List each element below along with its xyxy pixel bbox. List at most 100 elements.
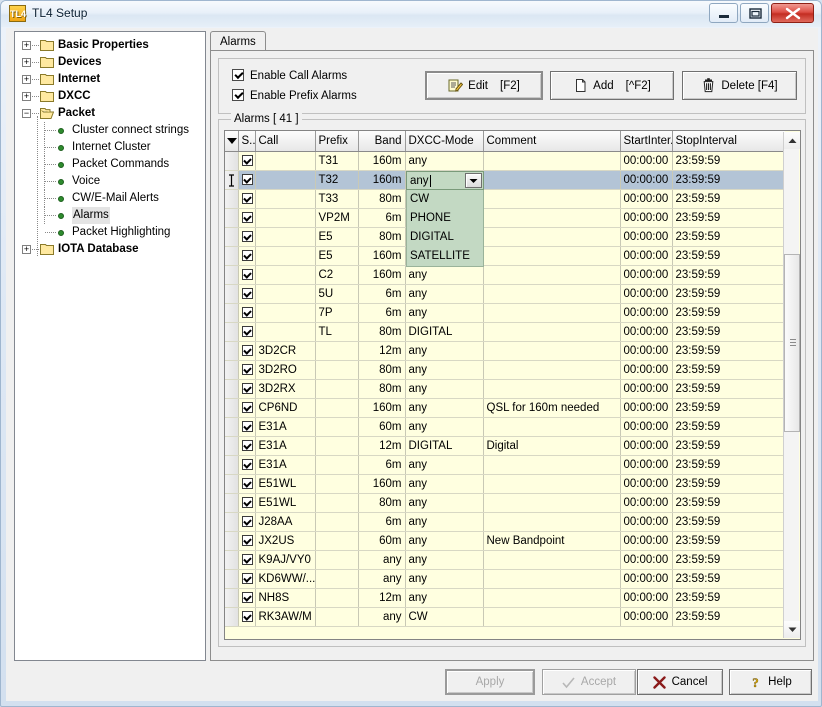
cell-prefix[interactable]: E5	[315, 246, 359, 266]
tree-item-dxcc[interactable]: + DXCC	[22, 88, 205, 105]
cell-call[interactable]	[255, 151, 316, 171]
cell-stop-interval[interactable]: 23:59:59	[672, 417, 785, 437]
tree-item-alarms[interactable]: Alarms	[22, 207, 205, 224]
cell-start-interval[interactable]: 00:00:00	[620, 569, 673, 589]
row-enabled-checkbox[interactable]	[238, 341, 256, 361]
cell-dxcc-mode[interactable]: any	[405, 303, 484, 323]
cell-dxcc-mode[interactable]: any	[405, 265, 484, 285]
checkbox-icon[interactable]	[241, 383, 253, 394]
checkbox-icon[interactable]	[241, 573, 253, 584]
checkbox-icon[interactable]	[241, 345, 253, 356]
row-enabled-checkbox[interactable]	[238, 379, 256, 399]
cell-stop-interval[interactable]: 23:59:59	[672, 588, 785, 608]
tree-item-packet-highlighting[interactable]: Packet Highlighting	[22, 224, 205, 241]
row-enabled-checkbox[interactable]	[238, 550, 256, 570]
cell-start-interval[interactable]: 00:00:00	[620, 170, 673, 190]
cell-call[interactable]: K9AJ/VY0	[255, 550, 316, 570]
cell-call[interactable]: KD6WW/...	[255, 569, 316, 589]
row-gutter[interactable]	[225, 379, 239, 399]
checkbox-icon[interactable]	[241, 155, 253, 166]
checkbox-icon[interactable]	[241, 421, 253, 432]
checkbox-icon[interactable]	[241, 288, 253, 299]
enable-prefix-alarms-row[interactable]: Enable Prefix Alarms	[232, 88, 357, 104]
cell-comment[interactable]	[483, 341, 621, 361]
cell-start-interval[interactable]: 00:00:00	[620, 246, 673, 266]
row-enabled-checkbox[interactable]	[238, 531, 256, 551]
enable-call-alarms-checkbox[interactable]	[232, 69, 244, 81]
tree-item-devices[interactable]: + Devices	[22, 54, 205, 71]
cell-band[interactable]: 12m	[358, 341, 406, 361]
cell-prefix[interactable]	[315, 436, 359, 456]
cell-comment[interactable]	[483, 151, 621, 171]
dropdown-option[interactable]: PHONE	[407, 209, 483, 228]
cancel-button[interactable]: Cancel	[637, 669, 723, 695]
expander-icon[interactable]: −	[22, 109, 31, 118]
cell-dxcc-mode[interactable]: any	[405, 569, 484, 589]
dropdown-option[interactable]: DIGITAL	[407, 228, 483, 247]
cell-stop-interval[interactable]: 23:59:59	[672, 569, 785, 589]
row-enabled-checkbox[interactable]	[238, 474, 256, 494]
cell-band[interactable]: 6m	[358, 303, 406, 323]
table-row[interactable]: JX2US 60m any New Bandpoint 00:00:00 23:59:59	[225, 531, 785, 551]
table-row[interactable]: K9AJ/VY0 any any 00:00:00 23:59:59	[225, 550, 785, 570]
cell-call[interactable]: CP6ND	[255, 398, 316, 418]
cell-dxcc-mode[interactable]: any	[405, 151, 484, 171]
column-header-comment[interactable]: Comment	[483, 131, 621, 152]
column-header-prefix[interactable]: Prefix	[315, 131, 359, 152]
checkbox-icon[interactable]	[241, 364, 253, 375]
tree-item-internet-cluster[interactable]: Internet Cluster	[22, 139, 205, 156]
cell-prefix[interactable]: VP2M	[315, 208, 359, 228]
cell-stop-interval[interactable]: 23:59:59	[672, 379, 785, 399]
column-header-call[interactable]: Call	[255, 131, 316, 152]
cell-stop-interval[interactable]: 23:59:59	[672, 341, 785, 361]
table-row[interactable]: NH8S 12m any 00:00:00 23:59:59	[225, 588, 785, 608]
cell-stop-interval[interactable]: 23:59:59	[672, 436, 785, 456]
cell-call[interactable]: JX2US	[255, 531, 316, 551]
row-enabled-checkbox[interactable]	[238, 208, 256, 228]
table-row[interactable]: C2 160m any 00:00:00 23:59:59	[225, 265, 785, 285]
cell-stop-interval[interactable]: 23:59:59	[672, 455, 785, 475]
cell-band[interactable]: any	[358, 569, 406, 589]
checkbox-icon[interactable]	[241, 535, 253, 546]
row-gutter[interactable]	[225, 436, 239, 456]
cell-dxcc-mode[interactable]: any	[405, 455, 484, 475]
row-enabled-checkbox[interactable]	[238, 151, 256, 171]
table-row[interactable]: 3D2RX 80m any 00:00:00 23:59:59	[225, 379, 785, 399]
cell-prefix[interactable]: 7P	[315, 303, 359, 323]
close-button[interactable]	[771, 3, 814, 23]
cell-call[interactable]	[255, 208, 316, 228]
expander-icon[interactable]: +	[22, 245, 31, 254]
cell-start-interval[interactable]: 00:00:00	[620, 550, 673, 570]
settings-tree[interactable]: + Basic Properties + Devices + Internet …	[14, 31, 206, 661]
cell-comment[interactable]	[483, 227, 621, 247]
cell-dxcc-mode[interactable]: any	[405, 474, 484, 494]
cell-comment[interactable]	[483, 360, 621, 380]
row-gutter[interactable]	[225, 360, 239, 380]
cell-band[interactable]: any	[358, 607, 406, 627]
cell-band[interactable]: 80m	[358, 493, 406, 513]
cell-call[interactable]: E51WL	[255, 493, 316, 513]
cell-start-interval[interactable]: 00:00:00	[620, 607, 673, 627]
table-row[interactable]: 5U 6m any 00:00:00 23:59:59	[225, 284, 785, 304]
cell-comment[interactable]: New Bandpoint	[483, 531, 621, 551]
expander-icon[interactable]: +	[22, 75, 31, 84]
cell-comment[interactable]	[483, 284, 621, 304]
table-row[interactable]: E5 80m 00:00:00 23:59:59	[225, 227, 785, 247]
cell-prefix[interactable]	[315, 398, 359, 418]
chevron-down-icon[interactable]	[227, 138, 237, 144]
edit-button[interactable]: Edit [F2]	[425, 71, 543, 100]
cell-start-interval[interactable]: 00:00:00	[620, 455, 673, 475]
cell-call[interactable]: E51WL	[255, 474, 316, 494]
row-gutter[interactable]	[225, 189, 239, 209]
row-gutter[interactable]	[225, 531, 239, 551]
row-gutter[interactable]	[225, 151, 239, 171]
cell-stop-interval[interactable]: 23:59:59	[672, 265, 785, 285]
cell-dxcc-mode[interactable]: any	[405, 417, 484, 437]
table-row[interactable]: RK3AW/M any CW 00:00:00 23:59:59	[225, 607, 785, 627]
row-enabled-checkbox[interactable]	[238, 265, 256, 285]
cell-call[interactable]: E31A	[255, 436, 316, 456]
column-header-select[interactable]: S...	[238, 131, 256, 152]
expander-icon[interactable]: +	[22, 92, 31, 101]
cell-call[interactable]	[255, 265, 316, 285]
cell-prefix[interactable]: 5U	[315, 284, 359, 304]
